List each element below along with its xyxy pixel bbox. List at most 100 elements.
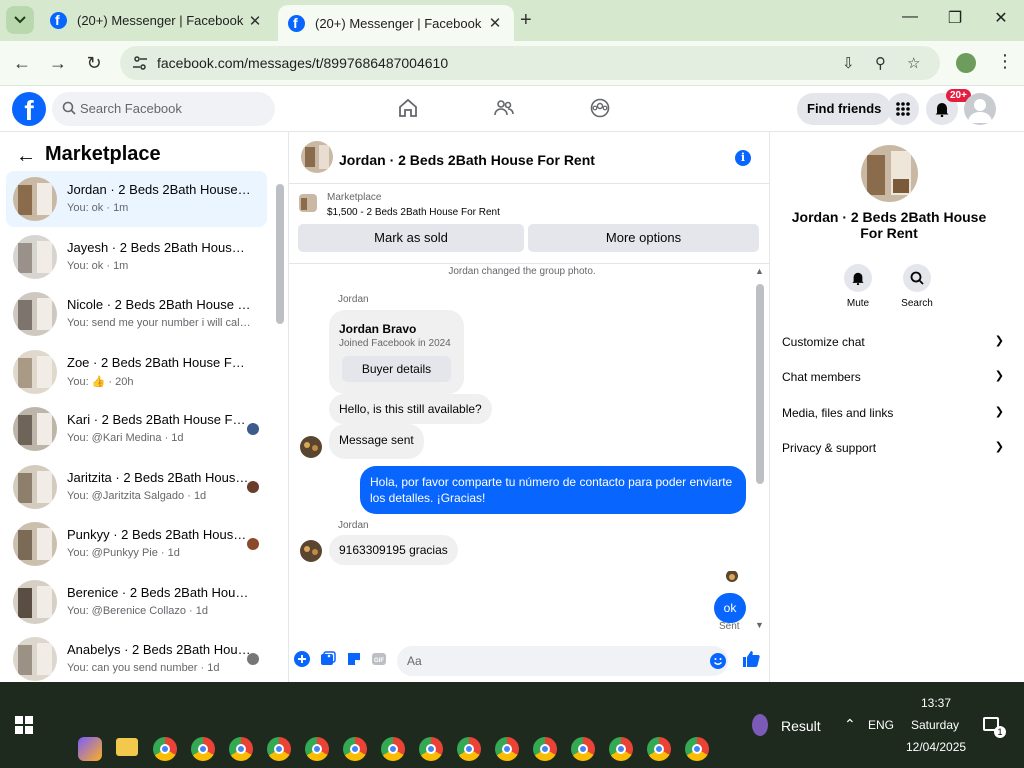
conversation-item[interactable]: Kari · 2 Beds 2Bath House For Rent You: @… [6, 401, 267, 457]
friends-icon[interactable] [494, 98, 514, 118]
photo-icon[interactable] [320, 651, 336, 667]
forward-icon[interactable]: → [47, 53, 69, 74]
result-app-icon[interactable] [752, 714, 768, 736]
message-bubble-outgoing[interactable]: Hola, por favor comparte tu número de co… [360, 466, 746, 514]
browser-menu-icon[interactable]: ⋮ [996, 51, 1014, 72]
buyer-details-button[interactable]: Buyer details [342, 356, 451, 382]
section-chat-members[interactable]: Chat members ❯ [782, 370, 1004, 384]
menu-button[interactable] [887, 93, 919, 125]
close-tab-icon[interactable]: ✕ [486, 14, 504, 32]
conversation-item[interactable]: Berenice · 2 Beds 2Bath House For Rent Yo… [6, 574, 267, 630]
conversation-item[interactable]: Jordan · 2 Beds 2Bath House For Rent You:… [6, 171, 267, 227]
minimize-icon[interactable]: — [895, 8, 925, 26]
file-explorer-icon[interactable] [116, 738, 138, 756]
section-media-files-links[interactable]: Media, files and links ❯ [782, 406, 1004, 420]
info-icon[interactable]: i [735, 150, 751, 166]
close-tab-icon[interactable]: ✕ [246, 12, 264, 30]
home-icon[interactable] [398, 98, 418, 118]
chrome-taskbar-icon[interactable] [419, 737, 443, 761]
scroll-down-arrow-icon[interactable]: ▼ [755, 620, 764, 630]
conversation-avatar [13, 579, 57, 624]
section-customize-chat[interactable]: Customize chat ❯ [782, 335, 1004, 349]
chrome-taskbar-icon[interactable] [305, 737, 329, 761]
search-input[interactable]: Search Facebook [52, 92, 275, 126]
conversation-item[interactable]: Punkyy · 2 Beds 2Bath House For Rent You:… [6, 516, 267, 572]
chrome-taskbar-icon[interactable] [609, 737, 633, 761]
chat-scrollbar[interactable] [756, 284, 764, 484]
chrome-taskbar-icon[interactable] [229, 737, 253, 761]
conversation-preview: You: ok · 1m [67, 259, 129, 272]
search-placeholder: Search Facebook [80, 101, 182, 116]
site-settings-icon[interactable] [132, 55, 148, 71]
chrome-taskbar-icon[interactable] [571, 737, 595, 761]
restore-icon[interactable]: ❐ [940, 8, 970, 28]
sender-avatar[interactable] [300, 436, 322, 458]
scroll-up-arrow-icon[interactable]: ▲ [755, 266, 764, 276]
new-tab-icon[interactable]: + [520, 9, 532, 32]
sender-avatar[interactable] [300, 540, 322, 562]
chrome-taskbar-icon[interactable] [457, 737, 481, 761]
conversation-item[interactable]: Nicole · 2 Beds 2Bath House For Rent You:… [6, 286, 267, 342]
bookmark-star-icon[interactable]: ☆ [907, 54, 920, 72]
mark-as-sold-button[interactable]: Mark as sold [298, 224, 524, 252]
browser-tab-2[interactable]: (20+) Messenger | Facebook ✕ [278, 5, 514, 41]
install-app-icon[interactable]: ⇩ [842, 54, 855, 72]
chrome-taskbar-icon[interactable] [495, 737, 519, 761]
account-avatar[interactable] [964, 93, 996, 125]
conversation-item[interactable]: Jayesh · 2 Beds 2Bath House For Rent You:… [6, 229, 267, 285]
conversation-item[interactable]: Jaritzita · 2 Beds 2Bath House For Rent Y… [6, 459, 267, 515]
profile-avatar-icon[interactable] [956, 53, 976, 73]
chrome-taskbar-icon[interactable] [381, 737, 405, 761]
clock-date[interactable]: 12/04/2025 [906, 740, 966, 754]
listing-thumbnail[interactable] [299, 194, 317, 212]
mute-action[interactable]: Mute [838, 264, 878, 309]
groups-icon[interactable] [590, 98, 610, 118]
reload-icon[interactable]: ↻ [83, 53, 105, 74]
chrome-taskbar-icon[interactable] [685, 737, 709, 761]
tab-search-button[interactable] [6, 6, 34, 34]
emoji-icon[interactable] [710, 653, 726, 669]
tray-chevron-up-icon[interactable]: ⌃ [844, 716, 856, 733]
add-plus-icon[interactable] [294, 651, 310, 667]
search-action[interactable]: Search [897, 264, 937, 309]
facebook-logo-icon[interactable]: f [12, 92, 46, 126]
message-bubble-outgoing[interactable]: ok [714, 593, 746, 623]
sticker-icon[interactable] [346, 651, 362, 667]
chrome-taskbar-icon[interactable] [191, 737, 215, 761]
sidebar-scrollbar[interactable] [276, 184, 284, 324]
message-input[interactable]: Aa [397, 646, 728, 676]
find-friends-button[interactable]: Find friends [797, 93, 892, 125]
message-bubble[interactable]: 9163309195 gracias [329, 535, 458, 565]
zoom-icon[interactable]: ⚲ [875, 54, 886, 72]
chrome-taskbar-icon[interactable] [267, 737, 291, 761]
conversation-item[interactable]: Zoe · 2 Beds 2Bath House For Rent You: 👍 … [6, 344, 267, 400]
message-bubble[interactable]: Hello, is this still available? [329, 394, 492, 424]
back-icon[interactable]: ← [11, 53, 33, 74]
conversation-item[interactable]: Anabelys · 2 Beds 2Bath House For Rent Yo… [6, 631, 267, 687]
url-bar[interactable]: facebook.com/messages/t/8997686487004610… [120, 46, 940, 80]
listing-price[interactable]: $1,500 - 2 Beds 2Bath House For Rent [327, 207, 500, 218]
close-window-icon[interactable]: ✕ [986, 8, 1016, 28]
chrome-taskbar-icon[interactable] [533, 737, 557, 761]
listing-photo[interactable] [861, 145, 918, 202]
back-arrow-icon[interactable]: ← [16, 145, 36, 168]
result-label[interactable]: Result [781, 718, 821, 734]
browser-tab-1[interactable]: (20+) Messenger | Facebook ✕ [40, 5, 274, 36]
chrome-taskbar-icon[interactable] [647, 737, 671, 761]
chrome-taskbar-icon[interactable] [343, 737, 367, 761]
chrome-taskbar-icon[interactable] [153, 737, 177, 761]
user-silhouette-icon [968, 99, 992, 123]
gif-icon[interactable]: GIF [371, 651, 387, 667]
windows-start-icon[interactable] [15, 716, 33, 734]
section-privacy-support[interactable]: Privacy & support ❯ [782, 441, 1004, 455]
copilot-icon[interactable] [78, 737, 102, 761]
more-options-button[interactable]: More options [528, 224, 759, 252]
like-thumb-icon[interactable] [741, 649, 761, 669]
clock-time[interactable]: 13:37 [921, 696, 951, 710]
chrome-center-icon [654, 744, 664, 754]
message-bubble[interactable]: Message sent [329, 424, 424, 459]
language-indicator[interactable]: ENG [868, 718, 894, 732]
clock-day[interactable]: Saturday [911, 718, 959, 732]
chrome-center-icon [388, 744, 398, 754]
chat-avatar[interactable] [301, 141, 333, 173]
